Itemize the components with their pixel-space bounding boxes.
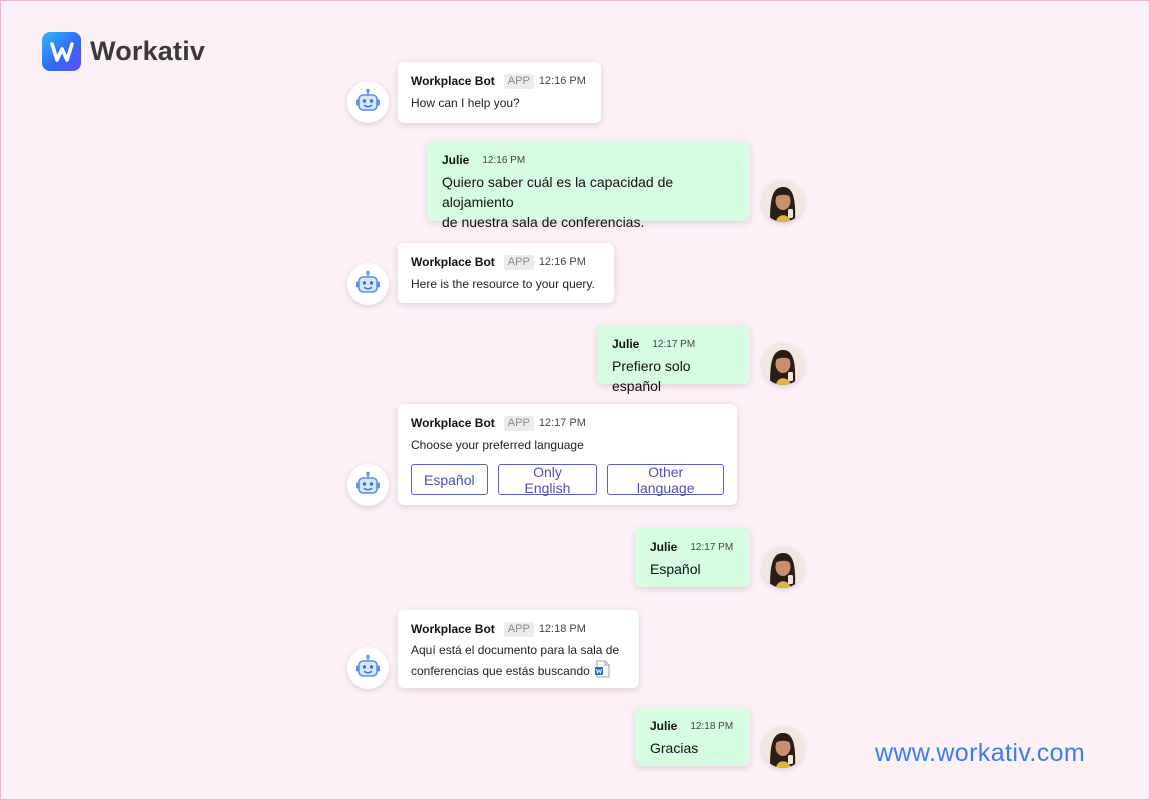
word-document-icon[interactable]: [594, 660, 610, 684]
user-avatar: [762, 546, 804, 588]
message-text: Here is the resource to your query.: [411, 277, 595, 291]
user-message: Julie 12:16 PM Quiero saber cuál es la c…: [427, 141, 750, 230]
sender-name: Julie: [650, 719, 678, 733]
message-text: How can I help you?: [411, 96, 520, 110]
app-badge: APP: [503, 254, 534, 270]
sender-name: Julie: [650, 540, 678, 554]
app-badge: APP: [503, 415, 534, 431]
message-time: 12:16 PM: [538, 75, 586, 87]
robot-icon: [356, 88, 380, 111]
message-line: de nuestra sala de conferencias.: [442, 214, 645, 230]
robot-icon: [356, 270, 380, 293]
user-message: Julie 12:17 PM Español: [635, 528, 750, 587]
sender-name: Workplace Bot: [411, 416, 495, 430]
option-only-english-button[interactable]: Only English: [497, 464, 598, 496]
message-time: 12:18 PM: [538, 623, 586, 635]
message-time: 12:17 PM: [538, 417, 586, 429]
app-badge: APP: [503, 73, 534, 89]
message-text: Quiero saber cuál es la capacidad de alo…: [442, 172, 735, 232]
workativ-logo: Workativ: [42, 32, 205, 71]
user-avatar: [762, 180, 804, 222]
language-options: Español Only English Other language: [411, 464, 724, 496]
user-photo-icon: [762, 343, 804, 385]
bot-message: Workplace Bot APP 12:16 PM Here is the r…: [398, 243, 614, 303]
message-text: Prefiero solo español: [612, 358, 691, 394]
robot-icon: [356, 654, 380, 677]
option-espanol-button[interactable]: Español: [411, 464, 488, 495]
user-photo-icon: [762, 180, 804, 222]
message-time: 12:16 PM: [482, 154, 526, 166]
message-line: Quiero saber cuál es la capacidad de alo…: [442, 174, 674, 210]
bot-avatar: [347, 263, 389, 305]
message-time: 12:17 PM: [652, 338, 696, 350]
robot-icon: [356, 471, 380, 494]
message-text: Choose your preferred language: [411, 438, 584, 452]
user-avatar: [762, 726, 804, 768]
user-message: Julie 12:18 PM Gracias: [635, 707, 750, 766]
sender-name: Workplace Bot: [411, 622, 495, 636]
message-time: 12:16 PM: [538, 256, 586, 268]
message-text: Español: [650, 561, 701, 577]
user-avatar: [762, 343, 804, 385]
bot-avatar: [347, 81, 389, 123]
app-badge: APP: [503, 621, 534, 637]
workativ-logo-icon: [42, 32, 81, 71]
bot-avatar: [347, 647, 389, 689]
message-time: 12:17 PM: [690, 541, 734, 553]
message-line: conferencias que estás buscando: [411, 664, 590, 679]
message-text: Gracias: [650, 740, 699, 756]
message-text: Aquí está el documento para la sala de c…: [411, 640, 626, 684]
sender-name: Julie: [612, 337, 640, 351]
message-time: 12:18 PM: [690, 720, 734, 732]
user-message: Julie 12:17 PM Prefiero solo español: [597, 325, 750, 394]
website-url[interactable]: www.workativ.com: [875, 739, 1085, 768]
bot-message: Workplace Bot APP 12:18 PM Aquí está el …: [398, 610, 639, 688]
option-other-language-button[interactable]: Other language: [607, 464, 724, 496]
user-photo-icon: [762, 546, 804, 588]
sender-name: Workplace Bot: [411, 255, 495, 269]
user-photo-icon: [762, 726, 804, 768]
sender-name: Julie: [442, 153, 470, 167]
sender-name: Workplace Bot: [411, 74, 495, 88]
bot-message: Workplace Bot APP 12:16 PM How can I hel…: [398, 62, 601, 123]
bot-avatar: [347, 464, 389, 506]
bot-message: Workplace Bot APP 12:17 PM Choose your p…: [398, 404, 737, 505]
message-line: Aquí está el documento para la sala de: [411, 643, 620, 657]
brand-name: Workativ: [90, 36, 206, 66]
